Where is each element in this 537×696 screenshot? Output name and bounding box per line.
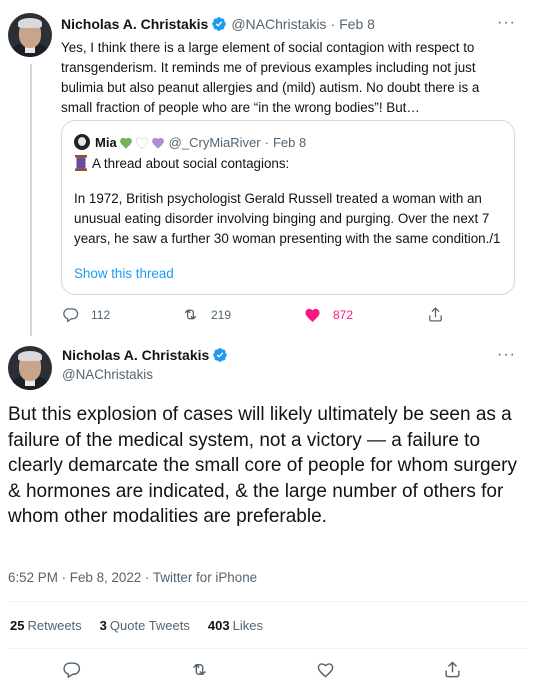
green-heart-icon bbox=[119, 137, 132, 149]
liked-heart-icon bbox=[305, 308, 320, 322]
thread-connector-line bbox=[30, 64, 32, 336]
author-handle[interactable]: @NAChristakis bbox=[62, 367, 153, 382]
thread-spool-icon bbox=[75, 155, 87, 171]
retweets-stat-label: Retweets bbox=[27, 618, 82, 633]
parent-tweet[interactable]: Nicholas A. Christakis @NAChristakis · F… bbox=[0, 0, 537, 338]
retweet-icon[interactable] bbox=[190, 660, 209, 679]
tweet-date[interactable]: Feb 8 bbox=[339, 16, 375, 32]
author-handle[interactable]: @NAChristakis bbox=[231, 16, 326, 32]
quote-tweets-stat-count: 3 bbox=[99, 618, 107, 633]
quoted-author-handle: @_CryMiaRiver bbox=[168, 134, 261, 150]
quote-tweets-stat[interactable]: 3 Quote Tweets bbox=[100, 618, 190, 633]
divider bbox=[8, 601, 528, 602]
avatar[interactable] bbox=[8, 13, 52, 57]
tweet-header: Nicholas A. Christakis bbox=[62, 347, 228, 363]
tweet-text: Yes, I think there is a large element of… bbox=[61, 40, 480, 115]
like-heart-icon[interactable] bbox=[316, 660, 335, 679]
likes-stat[interactable]: 403 Likes bbox=[208, 618, 263, 633]
quoted-first-line-text: A thread about social contagions: bbox=[92, 155, 290, 171]
retweets-stat[interactable]: 25 Retweets bbox=[10, 618, 82, 633]
like-button[interactable]: 872 bbox=[304, 306, 353, 323]
quoted-tweet-date: Feb 8 bbox=[272, 134, 307, 150]
purple-heart-icon bbox=[151, 137, 164, 149]
author-name[interactable]: Nicholas A. Christakis bbox=[61, 16, 208, 32]
share-icon[interactable] bbox=[443, 660, 462, 679]
dot-separator: · bbox=[330, 16, 336, 32]
retweet-count: 219 bbox=[211, 307, 232, 322]
tweet-text: But this explosion of cases will likely … bbox=[8, 404, 518, 527]
focused-tweet: Nicholas A. Christakis @NAChristakis ···… bbox=[0, 338, 537, 696]
tweet-actions: 112 219 872 bbox=[0, 304, 537, 326]
verified-badge-icon bbox=[213, 348, 228, 362]
white-heart-icon bbox=[135, 136, 148, 149]
more-options-icon[interactable]: ··· bbox=[497, 346, 516, 364]
retweet-button[interactable]: 219 bbox=[182, 306, 231, 323]
reply-icon bbox=[63, 308, 79, 323]
retweets-stat-count: 25 bbox=[10, 618, 25, 633]
quoted-avatar bbox=[74, 134, 90, 150]
verified-badge-icon bbox=[212, 17, 227, 31]
author-name[interactable]: Nicholas A. Christakis bbox=[62, 347, 209, 363]
likes-stat-label: Likes bbox=[232, 618, 263, 633]
dot-separator: · bbox=[264, 134, 269, 150]
reply-icon[interactable] bbox=[62, 660, 81, 679]
quoted-tweet-header: Mia @_CryMiaRiver · Feb 8 bbox=[74, 134, 306, 150]
reply-button[interactable]: 112 bbox=[62, 306, 110, 323]
quoted-first-line: A thread about social contagions: bbox=[74, 155, 289, 171]
reply-count: 112 bbox=[91, 307, 111, 322]
quoted-author-name: Mia bbox=[95, 134, 117, 150]
avatar[interactable] bbox=[8, 346, 52, 390]
tweet-timestamp[interactable]: 6:52 PM · Feb 8, 2022 · Twitter for iPho… bbox=[8, 570, 257, 585]
divider bbox=[8, 648, 528, 649]
retweet-icon bbox=[184, 309, 197, 320]
quote-tweets-stat-label: Quote Tweets bbox=[109, 618, 190, 633]
quoted-tweet[interactable]: Mia @_CryMiaRiver · Feb 8 A thread about… bbox=[61, 120, 515, 295]
tweet-header: Nicholas A. Christakis @NAChristakis · F… bbox=[61, 16, 375, 32]
like-count: 872 bbox=[333, 307, 354, 322]
show-thread-link[interactable]: Show this thread bbox=[74, 266, 174, 281]
engagement-stats: 25 Retweets 3 Quote Tweets 403 Likes bbox=[10, 618, 281, 633]
quoted-tweet-text: In 1972, British psychologist Gerald Rus… bbox=[74, 191, 501, 246]
likes-stat-count: 403 bbox=[207, 618, 230, 633]
share-button[interactable] bbox=[427, 306, 444, 323]
more-options-icon[interactable]: ··· bbox=[497, 14, 516, 32]
share-icon bbox=[429, 307, 442, 322]
